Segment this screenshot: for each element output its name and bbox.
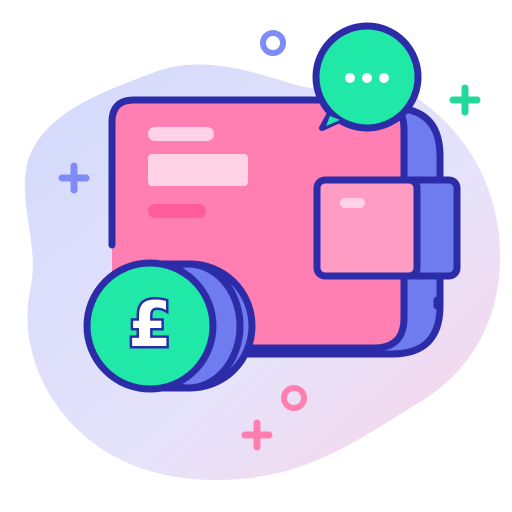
wallet-clasp	[313, 176, 421, 280]
typing-dot	[362, 73, 372, 83]
wallet-line-2	[148, 154, 248, 186]
illustration-canvas: £	[24, 22, 501, 480]
typing-dot	[379, 73, 389, 83]
typing-dot	[345, 73, 355, 83]
speech-bubble-icon	[312, 22, 422, 132]
pound-coin-icon: £	[83, 259, 256, 393]
wallet-line-3	[148, 204, 206, 218]
plus-icon	[449, 84, 481, 116]
wallet-clasp-button	[340, 198, 365, 208]
money-wallet-illustration: £	[0, 0, 512, 512]
ring-icon	[260, 30, 286, 56]
wallet-line-1	[148, 127, 214, 141]
coin-symbol: £	[128, 288, 171, 361]
